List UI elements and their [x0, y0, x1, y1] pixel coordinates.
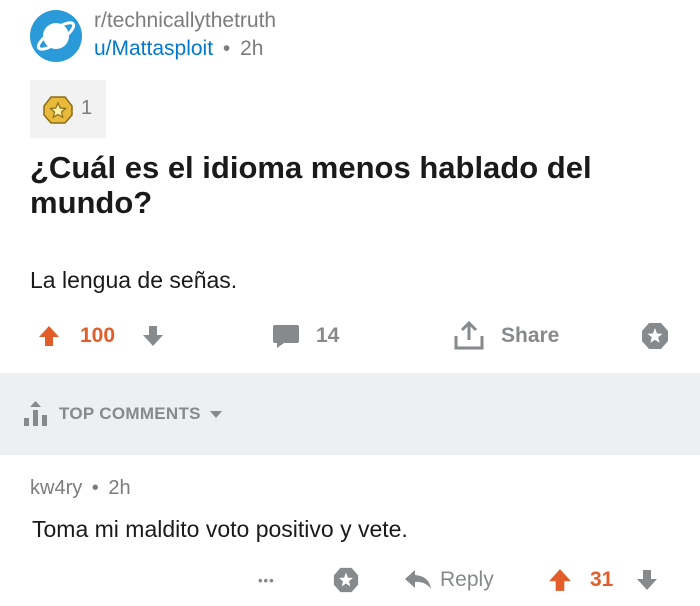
chevron-down-icon: [209, 411, 222, 418]
comment-count: 14: [316, 324, 340, 347]
sort-label: TOP COMMENTS: [59, 404, 201, 423]
gild-icon: [333, 567, 359, 593]
subreddit-avatar[interactable]: [30, 10, 82, 62]
upvote-button[interactable]: [38, 316, 60, 356]
reply-icon: [405, 570, 431, 589]
post-title[interactable]: ¿Cuál es el idioma menos hablado del mun…: [30, 150, 670, 220]
post-score: 100: [80, 324, 116, 347]
downvote-icon: [143, 326, 163, 346]
upvote-icon: [549, 569, 571, 591]
comment-gild-button[interactable]: [332, 560, 360, 600]
comment-actions: ••• Reply 31: [0, 560, 700, 600]
comment-icon: [273, 325, 299, 348]
comment-upvote-button[interactable]: [548, 560, 572, 600]
top-sort-icon: [24, 401, 47, 426]
comment-downvote-button[interactable]: [636, 560, 658, 600]
downvote-button[interactable]: [142, 316, 164, 356]
author-link[interactable]: u/Mattasploit: [94, 37, 213, 60]
planet-icon: [36, 21, 76, 51]
meta-separator: •: [222, 37, 231, 60]
share-icon: [454, 321, 484, 350]
share-button[interactable]: Share: [453, 316, 559, 356]
comments-button[interactable]: 14: [272, 316, 339, 356]
gild-icon: [642, 323, 668, 349]
comment-age: 2h: [108, 477, 131, 499]
post-header: r/technicallythetruth u/Mattasploit • 2h: [30, 6, 670, 66]
comment-score: 31: [590, 568, 614, 591]
author-line: u/Mattasploit • 2h: [94, 34, 276, 64]
comment-author[interactable]: kw4ry: [30, 477, 82, 499]
comment-body: Toma mi maldito voto positivo y vete.: [32, 516, 408, 542]
reply-label: Reply: [440, 568, 494, 591]
post-age: 2h: [240, 37, 264, 60]
award-count: 1: [81, 97, 93, 119]
comment-sort-dropdown[interactable]: TOP COMMENTS: [22, 400, 223, 428]
meta-separator: •: [91, 477, 99, 499]
award-icon: [43, 96, 73, 124]
downvote-icon: [637, 570, 657, 590]
more-options-button[interactable]: •••: [258, 560, 275, 600]
share-label: Share: [501, 324, 560, 347]
post-body: La lengua de señas.: [30, 267, 238, 293]
subreddit-name[interactable]: r/technicallythetruth: [94, 8, 276, 34]
comment-meta: kw4ry • 2h: [30, 477, 131, 500]
reply-button[interactable]: Reply: [403, 560, 494, 600]
post-meta: r/technicallythetruth u/Mattasploit • 2h: [94, 8, 276, 64]
gild-button[interactable]: [640, 316, 670, 356]
upvote-icon: [39, 326, 59, 346]
award-badge[interactable]: 1: [30, 80, 106, 138]
post-actions: 100 14 Share: [0, 316, 700, 356]
